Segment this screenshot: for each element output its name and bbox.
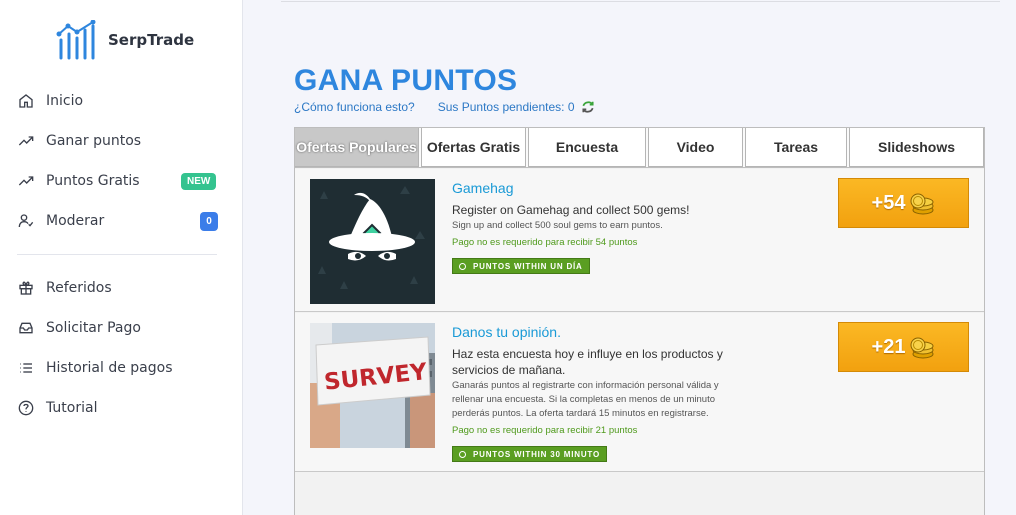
sidebar-item-solicitar-pago[interactable]: Solicitar Pago — [0, 308, 242, 348]
sidebar-item-label: Tutorial — [46, 400, 98, 416]
sidebar-item-referidos[interactable]: Referidos — [0, 268, 242, 308]
sidebar-item-ganar-puntos[interactable]: Ganar puntos — [0, 121, 242, 161]
tab-slideshows[interactable]: Slideshows — [849, 128, 984, 167]
sidebar-nav: Inicio Ganar puntos Puntos Gratis NEW Mo… — [0, 81, 242, 428]
sidebar-item-moderar[interactable]: Moderar 0 — [0, 201, 242, 241]
offer-points-value: +21 — [871, 335, 906, 358]
user-check-icon — [17, 212, 35, 230]
sidebar-item-label: Historial de pagos — [46, 360, 173, 376]
list-icon — [17, 359, 35, 377]
tab-encuesta[interactable]: Encuesta — [528, 128, 646, 167]
how-it-works-link[interactable]: ¿Cómo funciona esto? — [294, 100, 415, 114]
pending-points-link[interactable]: Sus Puntos pendientes: 0 — [438, 100, 575, 114]
offer-text: Danos tu opinión. Haz esta encuesta hoy … — [452, 323, 742, 463]
brand-logo[interactable]: SerpTrade — [56, 20, 194, 60]
home-icon — [17, 92, 35, 110]
trending-up-icon — [17, 172, 35, 190]
clock-icon — [459, 450, 466, 458]
offer-description: Haz esta encuesta hoy e influye en los p… — [452, 347, 723, 377]
offer-details: Ganarás puntos al registrarte con inform… — [452, 380, 719, 419]
sidebar-item-inicio[interactable]: Inicio — [0, 81, 242, 121]
count-badge: 0 — [200, 212, 218, 231]
offer-note: Pago no es requerido para recibir 54 pun… — [452, 237, 638, 248]
tab-ofertas-gratis[interactable]: Ofertas Gratis — [421, 128, 526, 167]
offer-time-tag: PUNTOS WITHIN UN DÍA — [452, 258, 590, 274]
page-title: GANA PUNTOS — [294, 64, 518, 97]
sidebar-item-label: Puntos Gratis — [46, 173, 140, 189]
clock-icon — [459, 262, 466, 270]
gift-icon — [17, 279, 35, 297]
offer-time-label: PUNTOS WITHIN 30 MINUTO — [473, 449, 601, 459]
refresh-icon[interactable] — [581, 100, 595, 114]
offer-details: Sign up and collect 500 soul gems to ear… — [452, 220, 663, 231]
offer-time-tag: PUNTOS WITHIN 30 MINUTO — [452, 446, 608, 462]
sidebar-item-label: Moderar — [46, 213, 105, 229]
offer-row: SURVEY Danos tu opinión. Haz esta encues… — [295, 313, 984, 472]
offer-title[interactable]: Gamehag — [452, 179, 742, 197]
survey-image[interactable]: SURVEY — [310, 323, 435, 448]
sidebar-item-label: Referidos — [46, 280, 112, 296]
brand-name: SerpTrade — [108, 31, 195, 49]
offer-time-label: PUNTOS WITHIN UN DÍA — [473, 261, 583, 271]
offer-text: Gamehag Register on Gamehag and collect … — [452, 179, 742, 275]
new-badge: NEW — [181, 173, 217, 190]
offer-points-button[interactable]: +54 — [838, 178, 969, 228]
trending-up-icon — [17, 132, 35, 150]
tab-tareas[interactable]: Tareas — [745, 128, 847, 167]
sidebar-divider — [17, 254, 217, 255]
help-circle-icon — [17, 399, 35, 417]
tab-ofertas-populares[interactable]: Ofertas Populares — [295, 128, 419, 167]
sidebar-item-label: Solicitar Pago — [46, 320, 141, 336]
offer-points-value: +54 — [871, 191, 906, 214]
header-divider — [281, 0, 1000, 2]
offer-note: Pago no es requerido para recibir 21 pun… — [452, 425, 638, 436]
offer-description: Register on Gamehag and collect 500 gems… — [452, 203, 690, 217]
sidebar-item-historial-de-pagos[interactable]: Historial de pagos — [0, 348, 242, 388]
offer-tabs: Ofertas Populares Ofertas Gratis Encuest… — [295, 128, 984, 168]
sidebar: SerpTrade Inicio Ganar puntos Puntos Gra… — [0, 0, 243, 515]
offers-panel: Ofertas Populares Ofertas Gratis Encuest… — [294, 127, 985, 515]
inbox-icon — [17, 319, 35, 337]
gamehag-logo[interactable] — [310, 179, 435, 304]
chart-logo-icon — [56, 20, 96, 60]
offer-row: Gamehag Register on Gamehag and collect … — [295, 169, 984, 312]
coins-icon — [910, 193, 934, 215]
sidebar-item-label: Ganar puntos — [46, 133, 142, 149]
sidebar-item-tutorial[interactable]: Tutorial — [0, 388, 242, 428]
sidebar-item-label: Inicio — [46, 93, 84, 109]
tab-video[interactable]: Video — [648, 128, 743, 167]
offer-points-button[interactable]: +21 — [838, 322, 969, 372]
sidebar-item-puntos-gratis[interactable]: Puntos Gratis NEW — [0, 161, 242, 201]
coins-icon — [910, 337, 934, 359]
sub-links: ¿Cómo funciona esto? Sus Puntos pendient… — [294, 100, 595, 114]
offer-title[interactable]: Danos tu opinión. — [452, 323, 742, 341]
